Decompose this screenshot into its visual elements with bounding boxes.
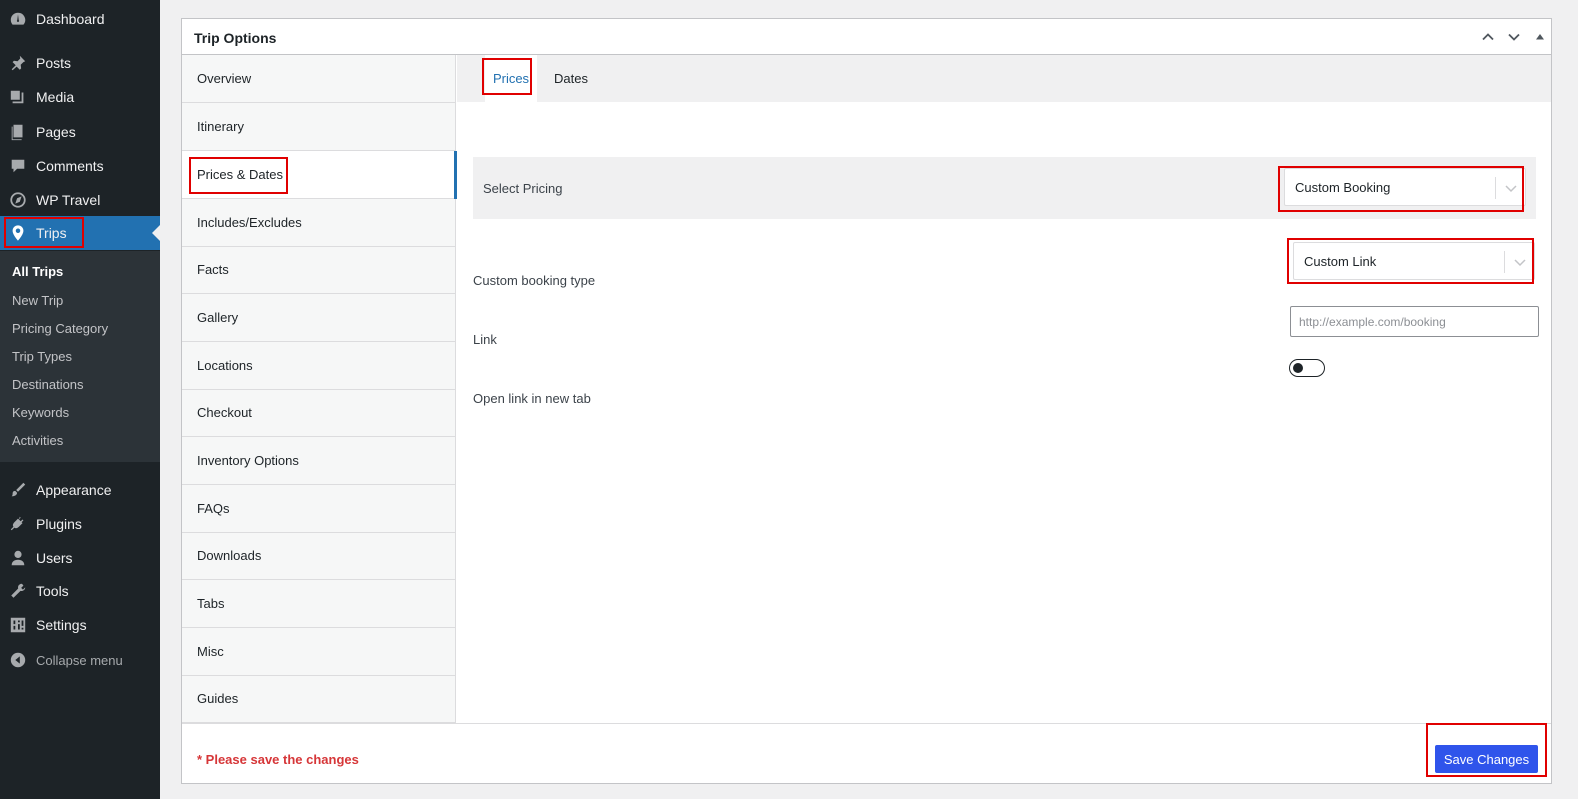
chevron-down-icon: [1514, 259, 1526, 267]
menu-label: Comments: [36, 158, 104, 174]
trip-options-tabs: Overview Itinerary Prices & Dates Includ…: [182, 55, 457, 723]
subtab-prices[interactable]: Prices: [485, 55, 537, 102]
menu-item-media[interactable]: Media: [0, 80, 160, 114]
tab-locations[interactable]: Locations: [182, 342, 456, 390]
select-pricing-dropdown[interactable]: Custom Booking: [1284, 168, 1526, 206]
wrench-icon: [8, 581, 28, 601]
chevron-up-icon: [1482, 33, 1494, 41]
menu-item-plugins[interactable]: Plugins: [0, 507, 160, 541]
menu-label: Tools: [36, 583, 69, 599]
menu-label: Users: [36, 550, 73, 566]
admin-sidebar: Dashboard Posts Media Pages Comments WP …: [0, 0, 160, 799]
menu-item-users[interactable]: Users: [0, 541, 160, 575]
toggle-panel-button[interactable]: [1530, 27, 1550, 47]
menu-item-posts[interactable]: Posts: [0, 46, 160, 80]
tab-faqs[interactable]: FAQs: [182, 485, 456, 533]
toggle-knob: [1293, 362, 1303, 373]
open-new-tab-toggle[interactable]: [1289, 359, 1325, 377]
paintbrush-icon: [8, 480, 28, 500]
compass-icon: [8, 190, 28, 210]
submenu-item-all-trips[interactable]: All Trips: [12, 264, 63, 279]
sliders-icon: [8, 615, 28, 635]
menu-item-settings[interactable]: Settings: [0, 608, 160, 642]
tab-facts[interactable]: Facts: [182, 246, 456, 294]
metabox-title: Trip Options: [194, 30, 277, 46]
menu-label: Posts: [36, 55, 72, 71]
menu-label: Trips: [36, 225, 67, 241]
save-warning: * Please save the changes: [197, 752, 359, 767]
menu-item-wp-travel[interactable]: WP Travel: [0, 183, 160, 217]
menu-item-trips[interactable]: Trips: [0, 216, 160, 250]
metabox-header: Trip Options: [182, 19, 1551, 55]
custom-booking-type-dropdown[interactable]: Custom Link: [1293, 242, 1535, 280]
submenu-item-activities[interactable]: Activities: [12, 433, 63, 448]
submenu-item-destinations[interactable]: Destinations: [12, 377, 84, 392]
menu-label: Appearance: [36, 482, 112, 498]
menu-item-dashboard[interactable]: Dashboard: [0, 2, 160, 36]
location-pin-icon: [8, 223, 28, 243]
move-down-button[interactable]: [1504, 27, 1524, 47]
collapse-menu-button[interactable]: Collapse menu: [0, 643, 160, 677]
trip-options-metabox: Trip Options Overview Itinerary Prices &…: [181, 18, 1552, 784]
plug-icon: [8, 514, 28, 534]
tab-checkout[interactable]: Checkout: [182, 389, 456, 437]
collapse-menu-label: Collapse menu: [36, 652, 123, 668]
tab-overview[interactable]: Overview: [182, 55, 456, 103]
menu-item-pages[interactable]: Pages: [0, 115, 160, 149]
tab-inventory-options[interactable]: Inventory Options: [182, 437, 456, 485]
link-input[interactable]: [1290, 306, 1539, 337]
menu-item-tools[interactable]: Tools: [0, 574, 160, 608]
tab-downloads[interactable]: Downloads: [182, 532, 456, 580]
select-separator: [1504, 251, 1505, 273]
trips-submenu: All Trips New Trip Pricing Category Trip…: [0, 251, 160, 462]
triangle-up-icon: [1536, 34, 1544, 40]
tab-prices-dates[interactable]: Prices & Dates: [182, 151, 457, 199]
submenu-item-pricing-category[interactable]: Pricing Category: [12, 321, 108, 336]
dashboard-icon: [8, 9, 28, 29]
comments-icon: [8, 156, 28, 176]
tab-misc[interactable]: Misc: [182, 628, 456, 676]
submenu-item-trip-types[interactable]: Trip Types: [12, 349, 72, 364]
move-up-button[interactable]: [1478, 27, 1498, 47]
menu-item-appearance[interactable]: Appearance: [0, 473, 160, 507]
subtab-dates[interactable]: Dates: [554, 55, 594, 102]
chevron-down-icon: [1508, 33, 1520, 41]
select-separator: [1495, 177, 1496, 199]
select-pricing-value: Custom Booking: [1295, 179, 1391, 195]
link-label: Link: [473, 332, 497, 347]
pages-icon: [8, 122, 28, 142]
prices-dates-panel: Prices Dates Select Pricing Custom Booki…: [457, 55, 1551, 723]
tab-guides[interactable]: Guides: [182, 675, 456, 723]
menu-label: Dashboard: [36, 11, 105, 27]
pin-icon: [8, 53, 28, 73]
metabox-footer: * Please save the changes Save Changes: [182, 723, 1551, 783]
menu-label: Media: [36, 89, 75, 105]
menu-label: Plugins: [36, 516, 82, 532]
save-changes-button[interactable]: Save Changes: [1435, 745, 1538, 773]
tab-includes-excludes[interactable]: Includes/Excludes: [182, 199, 456, 247]
media-icon: [8, 87, 28, 107]
menu-item-comments[interactable]: Comments: [0, 149, 160, 183]
menu-label: WP Travel: [36, 192, 101, 208]
open-new-tab-label: Open link in new tab: [473, 391, 591, 406]
submenu-item-new-trip[interactable]: New Trip: [12, 293, 63, 308]
select-pricing-label: Select Pricing: [483, 181, 563, 196]
tab-itinerary[interactable]: Itinerary: [182, 103, 456, 151]
collapse-arrow-icon: [8, 650, 28, 670]
custom-booking-type-label: Custom booking type: [473, 273, 596, 288]
sub-tabs: Prices Dates: [457, 55, 1551, 102]
menu-label: Pages: [36, 124, 76, 140]
tab-tabs[interactable]: Tabs: [182, 580, 456, 628]
chevron-down-icon: [1505, 185, 1517, 193]
user-icon: [8, 548, 28, 568]
submenu-item-keywords[interactable]: Keywords: [12, 405, 69, 420]
menu-label: Settings: [36, 617, 87, 633]
tab-gallery[interactable]: Gallery: [182, 294, 456, 342]
custom-booking-type-value: Custom Link: [1304, 253, 1377, 269]
